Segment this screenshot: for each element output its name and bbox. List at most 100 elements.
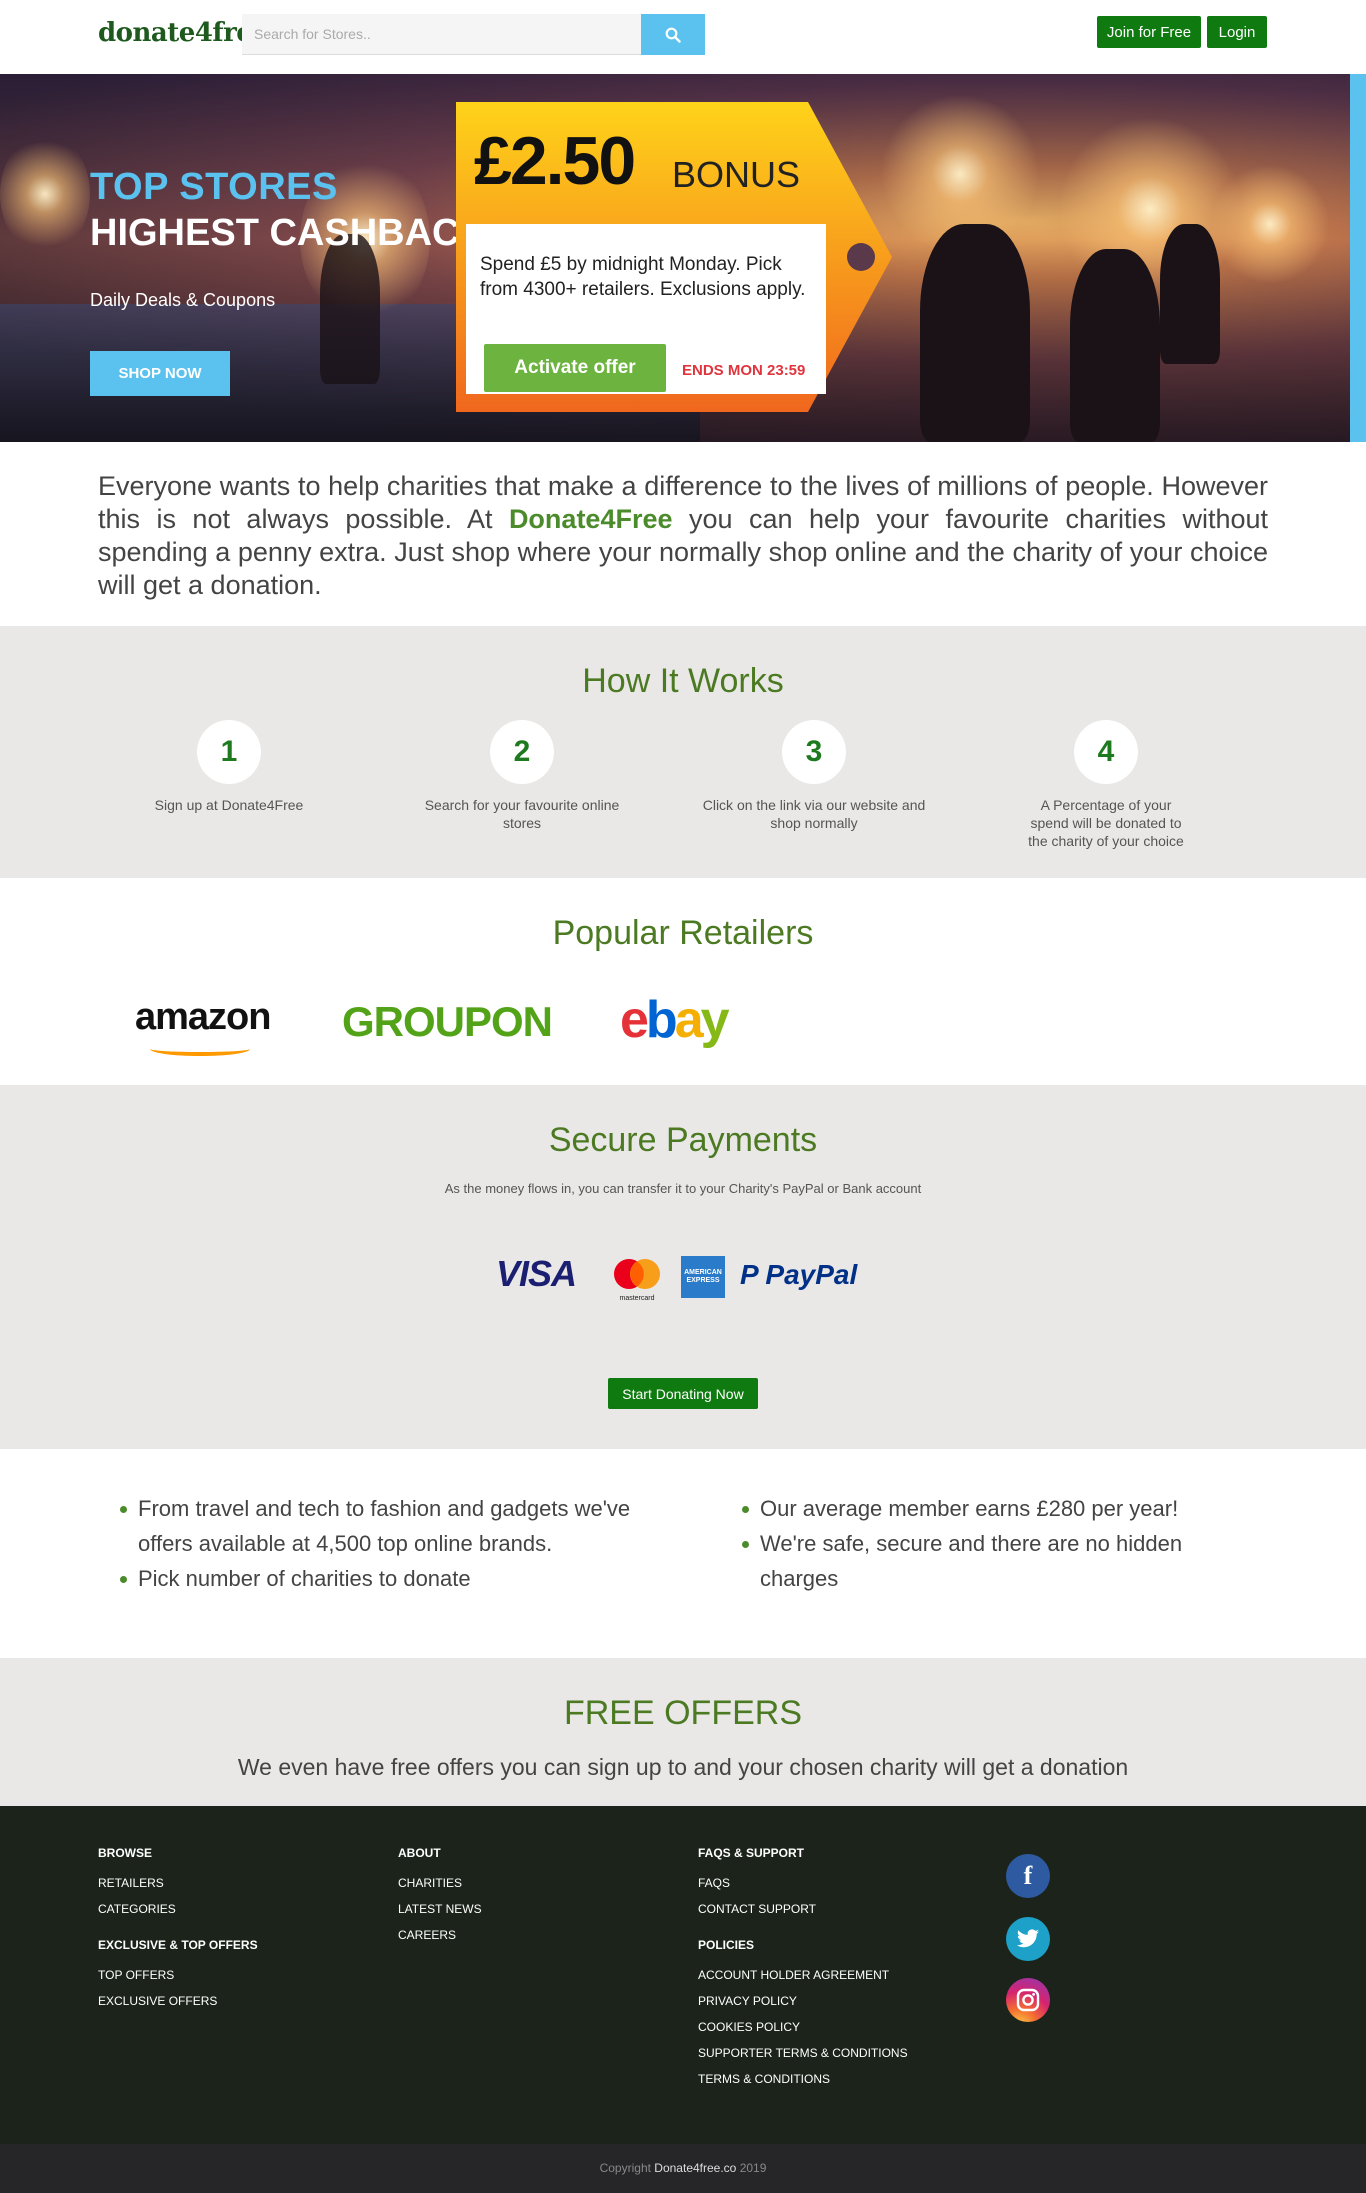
footer-link-supporter-terms[interactable]: SUPPORTER TERMS & CONDITIONS — [698, 2046, 908, 2060]
free-offers-section: FREE OFFERS We even have free offers you… — [0, 1658, 1366, 1806]
footer-link-cookies[interactable]: COOKIES POLICY — [698, 2020, 908, 2034]
popular-retailers-section: Popular Retailers amazon GROUPON ebay — [0, 878, 1366, 1085]
hero-banner: TOP STORES HIGHEST CASHBACKS Daily Deals… — [0, 74, 1366, 442]
footer-group-faqs: FAQS & SUPPORT FAQS CONTACT SUPPORT — [698, 1846, 908, 1916]
hero-title-top: TOP STORES — [90, 166, 338, 208]
footer-column-browse: BROWSE RETAILERS CATEGORIES EXCLUSIVE & … — [98, 1846, 258, 2030]
intro-brand: Donate4Free — [508, 504, 673, 534]
list-item: We're safe, secure and there are no hidd… — [742, 1526, 1262, 1596]
sparkler-glow — [1210, 164, 1330, 284]
start-donating-button[interactable]: Start Donating Now — [608, 1378, 758, 1409]
list-item: From travel and tech to fashion and gadg… — [120, 1491, 640, 1561]
twitter-bird-icon — [1017, 1929, 1039, 1948]
footer-link-privacy[interactable]: PRIVACY POLICY — [698, 1994, 908, 2008]
silhouette-person — [1160, 224, 1220, 364]
how-it-works-section: How It Works 1 Sign up at Donate4Free 2 … — [0, 626, 1366, 878]
footer-heading: POLICIES — [698, 1938, 755, 1952]
silhouette-person — [920, 224, 1030, 442]
sparkler-glow — [0, 134, 90, 254]
footer-link-account-holder[interactable]: ACCOUNT HOLDER AGREEMENT — [698, 1968, 908, 1982]
bonus-amount: £2.50 — [474, 123, 636, 199]
hero-title-bottom: HIGHEST CASHBACKS — [90, 212, 513, 254]
footer-group-about: ABOUT CHARITIES LATEST NEWS CAREERS — [398, 1846, 482, 1942]
footer-link-categories[interactable]: CATEGORIES — [98, 1902, 258, 1916]
features-section: From travel and tech to fashion and gadg… — [0, 1449, 1366, 1658]
footer-link-contact-support[interactable]: CONTACT SUPPORT — [698, 1902, 908, 1916]
groupon-logo[interactable]: GROUPON — [342, 998, 553, 1046]
secure-payments-subtitle: As the money flows in, you can transfer … — [444, 1181, 922, 1196]
intro-paragraph: Everyone wants to help charities that ma… — [98, 470, 1268, 602]
step-text: A Percentage of your spend will be donat… — [1028, 797, 1184, 849]
paypal-logo: P PayPal — [740, 1259, 858, 1290]
paypal-label: PayPal — [765, 1259, 858, 1290]
search-input[interactable] — [242, 14, 641, 55]
footer-column-about: ABOUT CHARITIES LATEST NEWS CAREERS — [398, 1846, 482, 1964]
hero-edge-strip — [1350, 74, 1366, 442]
footer-link-charities[interactable]: CHARITIES — [398, 1876, 482, 1890]
mastercard-logo: mastercard — [610, 1255, 664, 1303]
silhouette-person — [1070, 249, 1160, 442]
footer-heading: ABOUT — [398, 1846, 441, 1860]
list-item: Pick number of charities to donate — [120, 1561, 640, 1596]
login-button[interactable]: Login — [1207, 16, 1267, 48]
search-icon — [665, 27, 681, 43]
silhouette-person — [320, 234, 380, 384]
join-button[interactable]: Join for Free — [1097, 16, 1201, 48]
list-item: Our average member earns £280 per year! — [742, 1491, 1262, 1526]
footer-link-top-offers[interactable]: TOP OFFERS — [98, 1968, 258, 1982]
footer-link-exclusive-offers[interactable]: EXCLUSIVE OFFERS — [98, 1994, 258, 2008]
visa-logo: VISA — [496, 1253, 577, 1294]
step-number: 3 — [782, 720, 846, 784]
copyright-site-link[interactable]: Donate4free.co — [654, 2161, 736, 2175]
step-1: 1 Sign up at Donate4Free — [114, 720, 344, 814]
footer-link-terms[interactable]: TERMS & CONDITIONS — [698, 2072, 908, 2086]
secure-payments-section: Secure Payments As the money flows in, y… — [0, 1085, 1366, 1449]
features-list-left: From travel and tech to fashion and gadg… — [120, 1491, 640, 1596]
shop-now-button[interactable]: SHOP NOW — [90, 351, 230, 396]
search-button[interactable] — [641, 14, 705, 55]
secure-payments-title: Secure Payments — [548, 1121, 818, 1159]
copyright-prefix: Copyright — [599, 2161, 655, 2175]
step-text: Search for your favourite online stores — [424, 797, 620, 831]
footer-column-support: FAQS & SUPPORT FAQS CONTACT SUPPORT POLI… — [698, 1846, 908, 2108]
features-list-right: Our average member earns £280 per year! … — [742, 1491, 1262, 1596]
step-number: 4 — [1074, 720, 1138, 784]
bonus-details: Spend £5 by midnight Monday. Pick from 4… — [466, 224, 826, 394]
step-number: 1 — [197, 720, 261, 784]
popular-retailers-title: Popular Retailers — [552, 914, 814, 952]
footer-link-latest-news[interactable]: LATEST NEWS — [398, 1902, 482, 1916]
footer-group-exclusive: EXCLUSIVE & TOP OFFERS TOP OFFERS EXCLUS… — [98, 1938, 258, 2008]
how-it-works-title: How It Works — [582, 662, 784, 700]
facebook-icon[interactable]: f — [1006, 1854, 1050, 1898]
site-footer: BROWSE RETAILERS CATEGORIES EXCLUSIVE & … — [0, 1806, 1366, 2144]
bonus-label: BONUS — [672, 154, 801, 195]
bonus-description: Spend £5 by midnight Monday. Pick from 4… — [480, 254, 806, 300]
ebay-logo[interactable]: ebay — [620, 990, 730, 1050]
activate-offer-button[interactable]: Activate offer — [484, 344, 666, 392]
footer-heading: BROWSE — [98, 1846, 152, 1860]
hero-subtitle: Daily Deals & Coupons — [90, 290, 276, 310]
instagram-camera-icon — [1016, 1988, 1040, 2012]
step-text: Click on the link via our website and sh… — [702, 797, 926, 831]
amex-logo: AMERICAN EXPRESS — [681, 1256, 725, 1298]
offer-expiry: ENDS MON 23:59 — [682, 362, 806, 379]
footer-link-careers[interactable]: CAREERS — [398, 1928, 482, 1942]
footer-link-faqs[interactable]: FAQS — [698, 1876, 908, 1890]
search-bar — [242, 14, 705, 55]
amazon-smile-icon — [150, 1042, 250, 1056]
bonus-offer-card: £2.50 BONUS Spend £5 by midnight Monday.… — [456, 102, 896, 412]
mastercard-label: mastercard — [619, 1295, 654, 1302]
free-offers-subtitle: We even have free offers you can sign up… — [237, 1754, 1129, 1780]
footer-link-retailers[interactable]: RETAILERS — [98, 1876, 258, 1890]
instagram-icon[interactable] — [1006, 1978, 1050, 2022]
footer-heading: FAQS & SUPPORT — [698, 1846, 805, 1860]
step-3: 3 Click on the link via our website and … — [699, 720, 929, 832]
footer-group-browse: BROWSE RETAILERS CATEGORIES — [98, 1846, 258, 1916]
amazon-logo[interactable]: amazon — [135, 996, 271, 1039]
copyright-year: 2019 — [736, 2161, 767, 2175]
site-header: donate4free Join for Free Login — [0, 0, 1366, 74]
footer-group-policies: POLICIES ACCOUNT HOLDER AGREEMENT PRIVAC… — [698, 1938, 908, 2086]
step-number: 2 — [490, 720, 554, 784]
free-offers-title: FREE OFFERS — [563, 1694, 803, 1732]
twitter-icon[interactable] — [1006, 1917, 1050, 1961]
